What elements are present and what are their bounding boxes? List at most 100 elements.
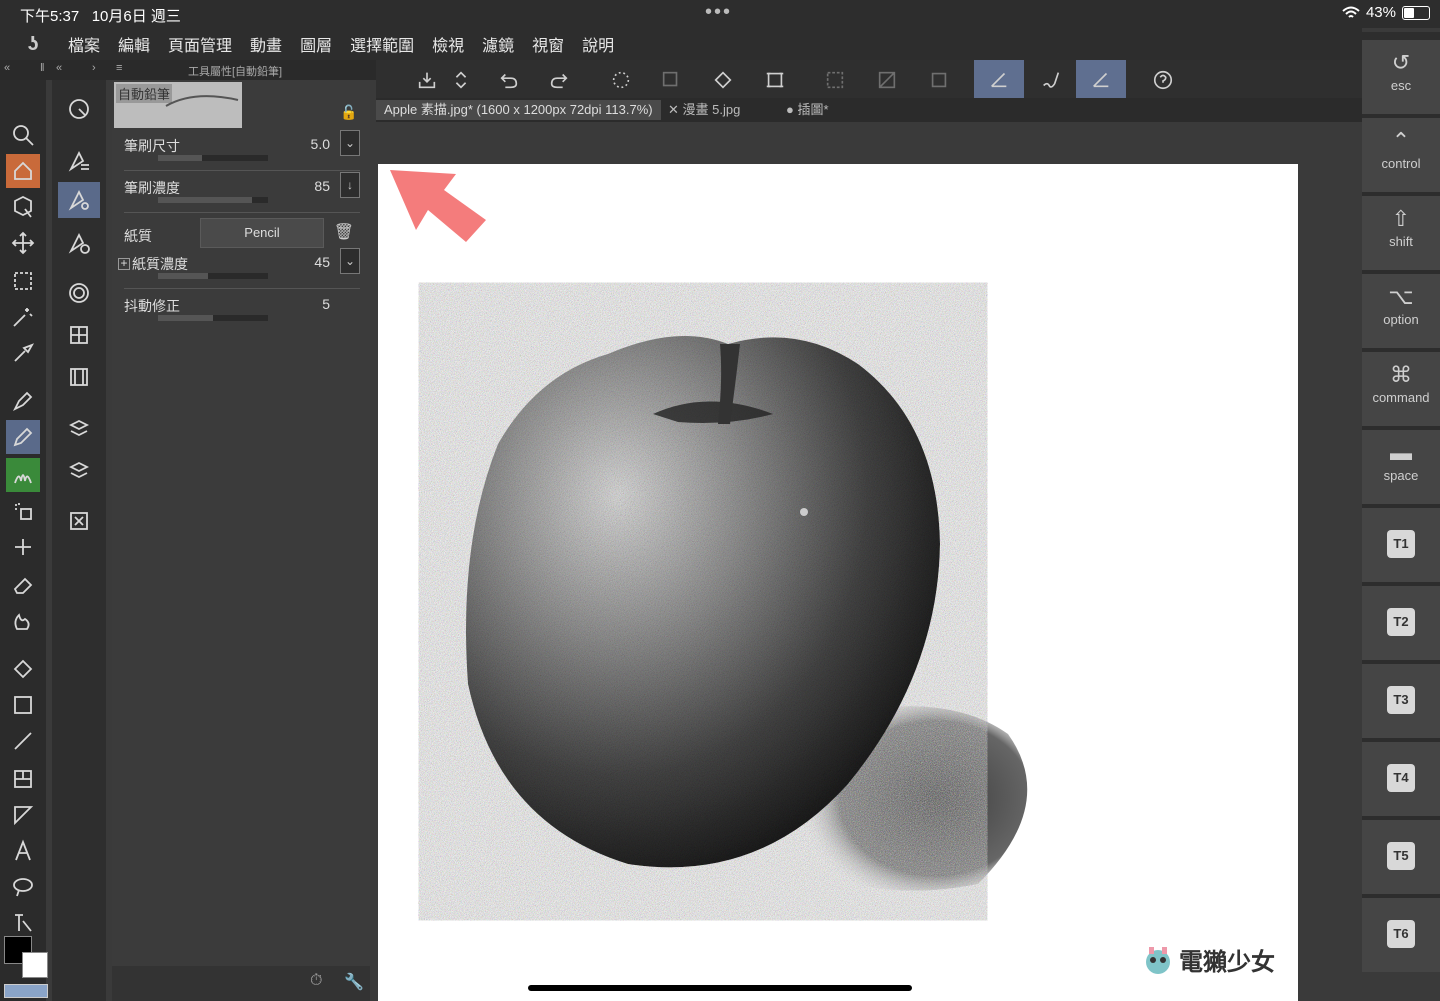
help-icon[interactable] — [1146, 66, 1180, 94]
menu-animation[interactable]: 動畫 — [250, 32, 282, 56]
menu-view[interactable]: 檢視 — [432, 32, 464, 56]
menu-selection[interactable]: 選擇範圍 — [350, 32, 414, 56]
zoom-tool-icon[interactable] — [6, 118, 40, 152]
marquee-tool-icon[interactable] — [6, 264, 40, 298]
blend-tool-icon[interactable] — [6, 604, 40, 638]
brush-density-row[interactable]: 筆刷濃度 85 ↓ — [124, 172, 360, 203]
brush-size-slider[interactable] — [158, 155, 268, 161]
brush-size-row[interactable]: 筆刷尺寸 5.0 ⌄ — [124, 130, 360, 161]
balloon-tool-icon[interactable] — [6, 870, 40, 904]
text-tool-icon[interactable] — [6, 834, 40, 868]
sub-tool-pencil-icon[interactable] — [62, 144, 96, 178]
line-edit-icon[interactable] — [1076, 60, 1126, 98]
correct-line-icon[interactable] — [6, 906, 40, 940]
sub-color-swatch[interactable] — [22, 952, 48, 978]
object-tool-icon[interactable] — [6, 190, 40, 224]
lock-icon[interactable]: 🔓 — [340, 104, 357, 121]
menu-edit[interactable]: 編輯 — [118, 32, 150, 56]
frame-tool-icon[interactable] — [6, 762, 40, 796]
panel-grip-icon[interactable]: ‖ — [40, 62, 45, 74]
invert-selection-icon[interactable] — [870, 66, 904, 94]
undo-icon[interactable] — [492, 66, 526, 94]
menu-help[interactable]: 說明 — [582, 32, 614, 56]
pencil-active-icon[interactable] — [974, 60, 1024, 98]
key-t4[interactable]: T4 — [1362, 742, 1440, 816]
key-shift[interactable]: ⇧ shift — [1362, 196, 1440, 270]
key-t1[interactable]: T1 — [1362, 508, 1440, 582]
brush-size-pressure-icon[interactable]: ⌄ — [340, 130, 360, 156]
transform-icon[interactable] — [758, 66, 792, 94]
expand-plus-icon[interactable]: + — [118, 257, 130, 270]
key-t6[interactable]: T6 — [1362, 898, 1440, 972]
brush-size-value[interactable]: 5.0 — [311, 136, 330, 152]
tab-manga[interactable]: ✕ 漫畫 5.jpg — [660, 100, 748, 120]
brush-density-pressure-icon[interactable]: ↓ — [340, 172, 360, 198]
app-logo-icon[interactable]: ʖ — [20, 33, 46, 55]
eyedropper-icon[interactable] — [6, 336, 40, 370]
save-icon[interactable] — [410, 66, 444, 94]
hand-tool-icon[interactable] — [6, 154, 40, 188]
line-tool-icon[interactable] — [6, 724, 40, 758]
color-set-icon[interactable] — [62, 318, 96, 352]
ruler-tool-icon[interactable] — [6, 798, 40, 832]
expand-icon[interactable]: › — [92, 62, 96, 74]
key-t2[interactable]: T2 — [1362, 586, 1440, 660]
decoration-icon[interactable] — [6, 530, 40, 564]
brush-stroke-icon[interactable] — [1034, 66, 1068, 94]
collapse-icon[interactable]: « — [56, 62, 62, 74]
brush-density-slider[interactable] — [158, 197, 268, 203]
tab-apple-sketch[interactable]: Apple 素描.jpg* (1600 x 1200px 72dpi 113.7… — [376, 100, 661, 120]
drawing-canvas[interactable] — [378, 164, 1298, 1001]
move-tool-icon[interactable] — [6, 226, 40, 260]
paper-density-value[interactable]: 45 — [314, 254, 330, 270]
home-indicator[interactable] — [528, 985, 912, 991]
paper-density-row[interactable]: + 紙質濃度 45 ⌄ — [118, 248, 360, 279]
menu-window[interactable]: 視窗 — [532, 32, 564, 56]
tab-illustration[interactable]: ● 插圖* — [778, 100, 837, 120]
pencil-tool-icon[interactable] — [6, 420, 40, 454]
deselect-icon[interactable] — [818, 66, 852, 94]
animation-icon[interactable] — [62, 360, 96, 394]
sub-tool-property-icon[interactable] — [58, 182, 100, 218]
settings-wrench-icon[interactable]: 🔧 — [344, 972, 364, 992]
panel-menu-icon[interactable]: ≡ — [116, 62, 122, 74]
multitask-dots-icon[interactable]: ••• — [705, 1, 732, 24]
reset-icon[interactable]: ⏱ — [310, 972, 322, 990]
key-control[interactable]: ⌃ control — [1362, 118, 1440, 192]
brush-density-value[interactable]: 85 — [314, 178, 330, 194]
transparent-color-swatch[interactable] — [4, 984, 48, 998]
paper-texture-button[interactable]: Pencil — [200, 218, 324, 248]
paper-density-slider[interactable] — [158, 273, 268, 279]
menu-layer[interactable]: 圖層 — [300, 32, 332, 56]
brush-preview[interactable]: 自動鉛筆 — [114, 82, 242, 128]
pen-tool-icon[interactable] — [6, 384, 40, 418]
fill-tool-icon[interactable] — [6, 652, 40, 686]
stabilization-row[interactable]: 抖動修正 5 — [124, 296, 360, 321]
scroll-arrows-icon[interactable] — [444, 66, 478, 94]
menu-page[interactable]: 頁面管理 — [168, 32, 232, 56]
gradient-tool-icon[interactable] — [6, 688, 40, 722]
key-option[interactable]: ⌥ option — [1362, 274, 1440, 348]
airbrush-icon[interactable] — [6, 494, 40, 528]
key-t3[interactable]: T3 — [1362, 664, 1440, 738]
loading-icon[interactable] — [604, 66, 638, 94]
layer-property-icon[interactable] — [62, 412, 96, 446]
crop-icon[interactable] — [922, 66, 956, 94]
brush-size-icon[interactable] — [62, 226, 96, 260]
brush-tool-icon[interactable] — [6, 458, 40, 492]
trash-icon[interactable]: 🗑 — [334, 222, 354, 242]
tab-close-icon[interactable]: ✕ — [668, 102, 683, 117]
quick-access-icon[interactable] — [62, 92, 96, 126]
navigator-icon[interactable] — [62, 504, 96, 538]
layer-icon[interactable] — [62, 454, 96, 488]
color-wheel-icon[interactable] — [62, 276, 96, 310]
menu-file[interactable]: 檔案 — [68, 32, 100, 56]
paper-density-pressure-icon[interactable]: ⌄ — [340, 248, 360, 274]
magic-wand-icon[interactable] — [6, 300, 40, 334]
collapse-left-icon[interactable]: « — [4, 62, 10, 74]
redo-icon[interactable] — [542, 66, 576, 94]
menu-filter[interactable]: 濾鏡 — [482, 32, 514, 56]
eraser-icon[interactable] — [6, 568, 40, 602]
key-command[interactable]: ⌘ command — [1362, 352, 1440, 426]
stabilization-value[interactable]: 5 — [322, 296, 330, 312]
